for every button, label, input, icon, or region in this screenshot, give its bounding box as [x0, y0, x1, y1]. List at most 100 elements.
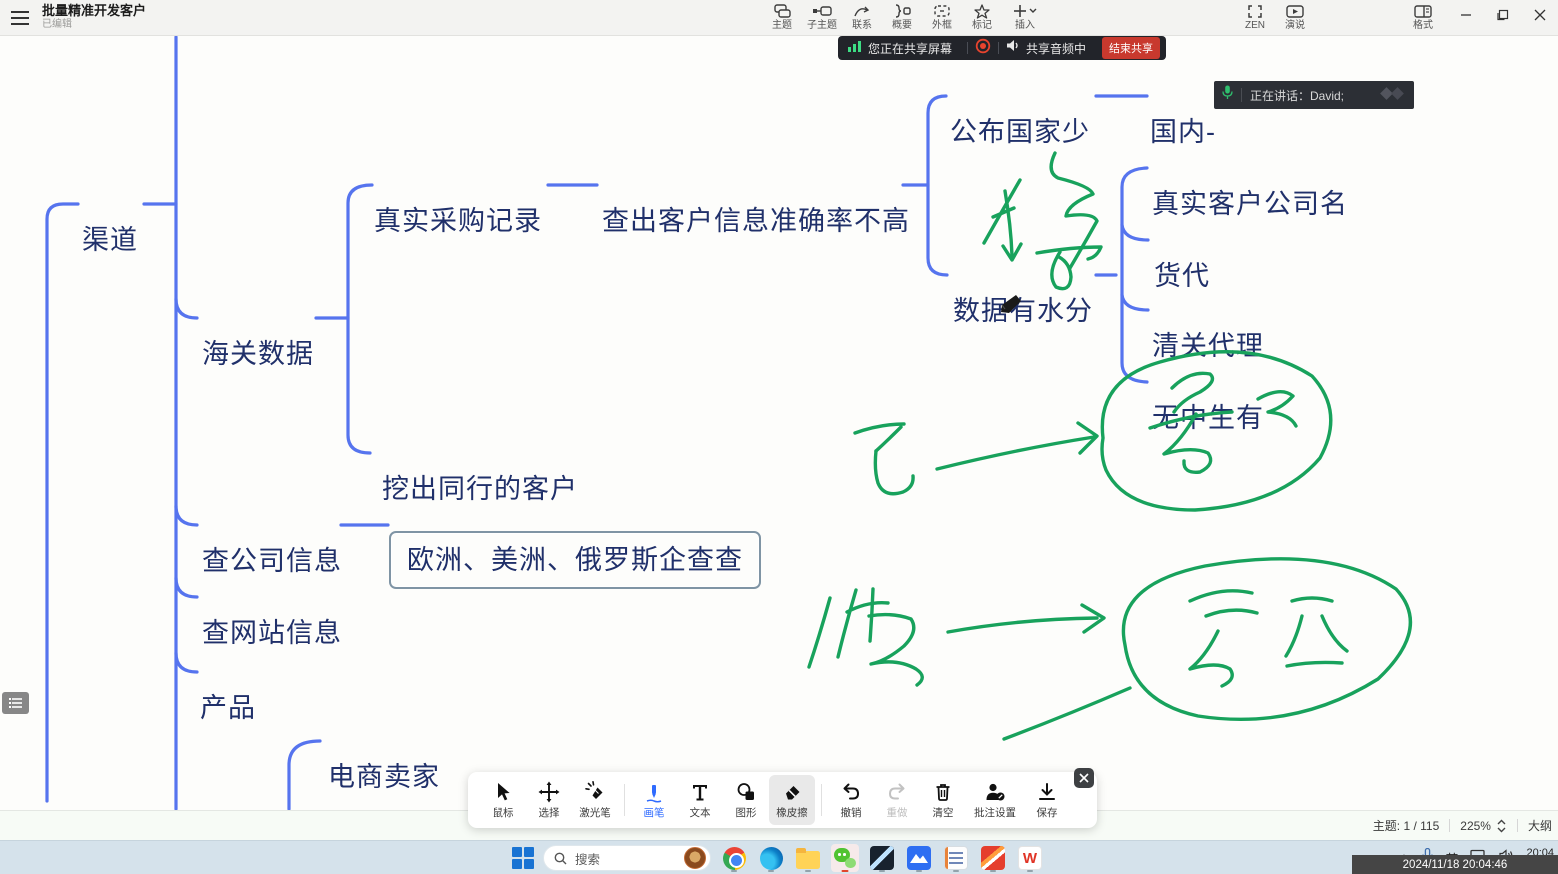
taskbar-xmind[interactable] [905, 843, 933, 873]
folder-icon [796, 851, 820, 869]
format-panel-icon [1403, 3, 1443, 20]
text-tool-icon [689, 781, 711, 803]
anno-save-button[interactable]: 保存 [1024, 775, 1070, 825]
zoom-stepper-icon[interactable] [1496, 819, 1507, 833]
audio-share-text: 共享音频中 [1026, 40, 1086, 57]
close-icon [1079, 773, 1089, 783]
shapes-icon [735, 781, 757, 803]
taskbar-search[interactable]: 搜索 [543, 845, 711, 871]
move-select-icon [538, 781, 560, 803]
node-few-countries[interactable]: 公布国家少 [950, 116, 1090, 148]
anno-text-button[interactable]: 文本 [677, 775, 723, 825]
outline-toggle-button[interactable] [2, 692, 29, 714]
node-customs-data[interactable]: 海关数据 [202, 338, 314, 370]
toolbar-subtopic-button[interactable]: 子主题 [802, 2, 842, 32]
taskbar-edge[interactable] [757, 843, 785, 873]
toolbar-topic-button[interactable]: 主题 [762, 2, 802, 32]
summary-icon [882, 3, 922, 20]
taskbar-notes-app[interactable] [942, 843, 970, 873]
search-highlight-thumbnail [684, 847, 706, 869]
toolbar-insert-button[interactable]: 插入 [1002, 2, 1048, 32]
taskbar-explorer[interactable] [794, 843, 822, 873]
undo-icon [840, 781, 862, 803]
windows-taskbar: 搜索 W 英 20:04 [0, 840, 1558, 874]
toolbar-summary-button[interactable]: 概要 [882, 2, 922, 32]
anno-redo-button[interactable]: 重做 [874, 775, 920, 825]
anno-pen-button[interactable]: 画笔 [631, 775, 677, 825]
toolbar-marker-button[interactable]: 标记 [962, 2, 1002, 32]
anno-laser-button[interactable]: 激光笔 [572, 775, 618, 825]
node-channel[interactable]: 渠道 [82, 224, 138, 256]
anno-shapes-button[interactable]: 图形 [723, 775, 769, 825]
zoom-control[interactable]: 225% [1460, 819, 1507, 833]
toolbar-relationship-button[interactable]: 联系 [842, 2, 882, 32]
speaking-text: 正在讲话：David; [1250, 87, 1344, 104]
taskbar-wps[interactable]: W [1016, 843, 1044, 873]
anno-undo-button[interactable]: 撤销 [828, 775, 874, 825]
taskbar-chrome[interactable] [720, 843, 748, 873]
pen-icon [643, 781, 665, 803]
node-purchase-records[interactable]: 真实采购记录 [374, 205, 542, 237]
node-product[interactable]: 产品 [200, 692, 256, 724]
topic-icon [762, 3, 802, 20]
taskbar-dark-app[interactable] [868, 843, 896, 873]
anno-settings-button[interactable]: 批注设置 [966, 775, 1024, 825]
zen-brackets-icon [1235, 3, 1275, 20]
window-minimize-button[interactable] [1447, 0, 1484, 30]
node-freight-forwarder[interactable]: 货代 [1154, 260, 1210, 292]
laser-pointer-icon [584, 781, 606, 803]
app-titlebar: 批量精准开发客户 已编辑 主题 子主题 联系 概要 外框 标记 插 [0, 0, 1558, 36]
document-title: 批量精准开发客户 [42, 3, 146, 18]
node-data-watered[interactable]: 数据有水分 [953, 295, 1093, 327]
annotation-toolbar-close-button[interactable] [1074, 768, 1094, 788]
anno-mouse-button[interactable]: 鼠标 [480, 775, 526, 825]
node-peer-customers[interactable]: 挖出同行的客户 [382, 473, 578, 505]
node-real-company-name[interactable]: 真实客户公司名 [1152, 188, 1348, 220]
chrome-icon [723, 847, 746, 870]
window-maximize-button[interactable] [1484, 0, 1521, 30]
window-close-button[interactable] [1521, 0, 1558, 30]
taskbar-red-app[interactable] [979, 843, 1007, 873]
node-made-up[interactable]: 无中生有 [1152, 402, 1264, 434]
stop-share-icon[interactable] [975, 38, 991, 59]
download-save-icon [1036, 781, 1058, 803]
zen-mode-button[interactable]: ZEN [1235, 2, 1275, 32]
outline-button[interactable]: 大纲 [1528, 817, 1552, 834]
anno-eraser-button[interactable]: 橡皮擦 [769, 775, 815, 825]
anno-clear-button[interactable]: 清空 [920, 775, 966, 825]
relationship-icon [842, 3, 882, 20]
mountain-app-icon [907, 846, 931, 870]
signal-bars-icon [848, 39, 862, 57]
toolbar-boundary-button[interactable]: 外框 [922, 2, 962, 32]
screen-share-banner: 您正在共享屏幕 共享音频中 结束共享 [838, 36, 1166, 60]
wechat-icon [834, 848, 856, 868]
eraser-icon [781, 781, 803, 803]
node-qichacha-boxed[interactable]: 欧洲、美洲、俄罗斯企查查 [389, 531, 761, 589]
node-website-info[interactable]: 查网站信息 [202, 617, 342, 649]
node-company-info[interactable]: 查公司信息 [202, 545, 342, 577]
format-panel-button[interactable]: 格式 [1403, 2, 1443, 32]
microphone-icon [1222, 85, 1233, 105]
node-domestic[interactable]: 国内- [1150, 116, 1216, 148]
mindmap-canvas[interactable]: 渠道 海关数据 真实采购记录 查出客户信息准确率不高 公布国家少 国内- 数据有… [0, 36, 1558, 810]
end-share-button[interactable]: 结束共享 [1102, 37, 1160, 59]
datetime-tooltip: 2024/11/18 20:04:46 [1352, 855, 1558, 874]
taskbar-wechat[interactable] [831, 843, 859, 873]
anno-select-button[interactable]: 选择 [526, 775, 572, 825]
node-accuracy-low[interactable]: 查出客户信息准确率不高 [602, 205, 910, 237]
boundary-icon [922, 3, 962, 20]
node-ecommerce-seller[interactable]: 电商卖家 [328, 761, 440, 793]
dark-app-icon [870, 846, 894, 870]
zoom-level: 225% [1460, 819, 1491, 833]
start-button[interactable] [512, 847, 534, 869]
node-customs-broker[interactable]: 清关代理 [1152, 330, 1264, 362]
trash-icon [932, 781, 954, 803]
edge-icon [760, 847, 783, 870]
star-icon [962, 3, 1002, 20]
search-icon [554, 852, 567, 865]
document-save-status: 已编辑 [42, 18, 146, 31]
menu-icon[interactable] [10, 10, 30, 26]
audio-share-icon [1006, 39, 1020, 57]
plus-icon [1002, 3, 1048, 20]
present-button[interactable]: 演说 [1275, 2, 1315, 32]
